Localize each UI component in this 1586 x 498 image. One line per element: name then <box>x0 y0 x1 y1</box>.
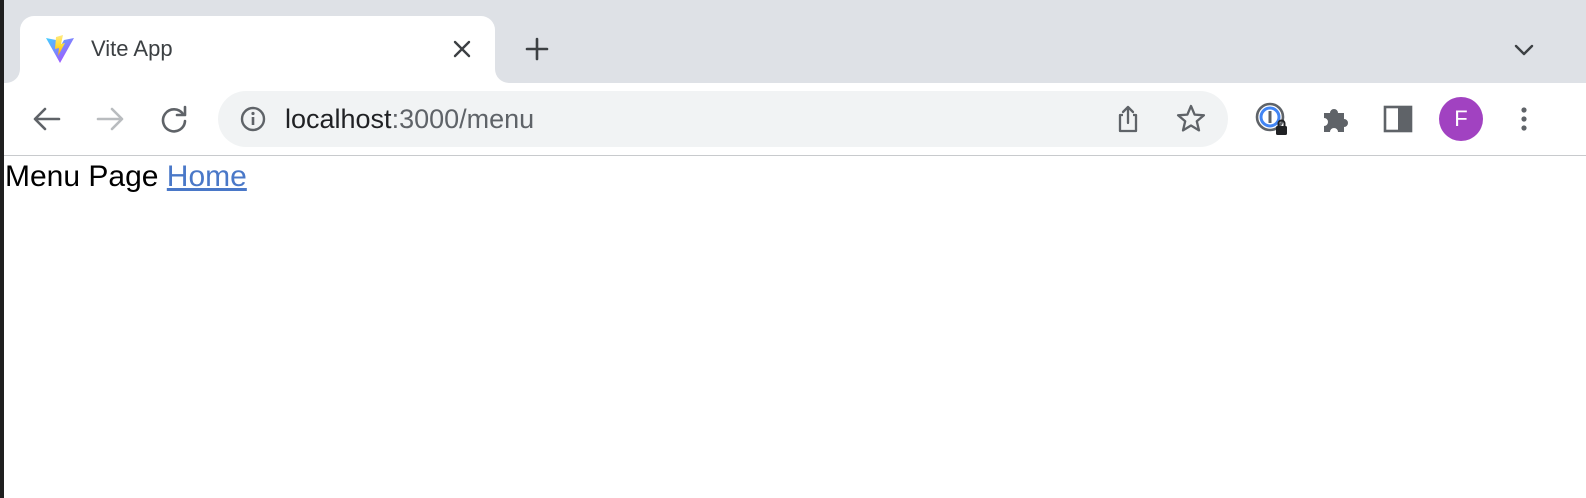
chevron-down-icon[interactable] <box>1508 36 1540 64</box>
vite-logo-icon <box>44 33 76 65</box>
arrow-right-icon[interactable] <box>90 99 130 139</box>
address-bar[interactable]: localhost:3000/menu <box>218 91 1228 147</box>
info-icon[interactable] <box>238 104 268 134</box>
browser-window: Vite App localhost:3000/menu F Menu Page… <box>0 0 1586 498</box>
tab-vite-app[interactable]: Vite App <box>20 16 495 83</box>
share-icon[interactable] <box>1111 102 1145 136</box>
close-icon[interactable] <box>448 35 476 63</box>
home-link[interactable]: Home <box>167 160 247 193</box>
profile-avatar[interactable]: F <box>1439 97 1483 141</box>
password-lock-icon[interactable] <box>1252 99 1292 139</box>
reload-icon[interactable] <box>154 99 194 139</box>
star-icon[interactable] <box>1174 102 1208 136</box>
page-heading: Menu Page <box>5 160 159 193</box>
kebab-menu-icon[interactable] <box>1504 99 1544 139</box>
url-path: :3000/menu <box>391 104 535 134</box>
puzzle-icon[interactable] <box>1315 99 1355 139</box>
url-text[interactable]: localhost:3000/menu <box>285 104 534 134</box>
window-left-edge <box>0 0 4 498</box>
arrow-left-icon[interactable] <box>27 99 67 139</box>
tab-strip: Vite App <box>0 0 1586 83</box>
side-panel-icon[interactable] <box>1378 99 1418 139</box>
page-content: Menu Page Home <box>4 156 1586 498</box>
plus-icon[interactable] <box>520 32 554 66</box>
page-body-line: Menu Page Home <box>5 160 247 194</box>
toolbar: localhost:3000/menu F <box>0 83 1586 155</box>
tab-title: Vite App <box>91 36 173 61</box>
url-host: localhost <box>285 104 392 134</box>
